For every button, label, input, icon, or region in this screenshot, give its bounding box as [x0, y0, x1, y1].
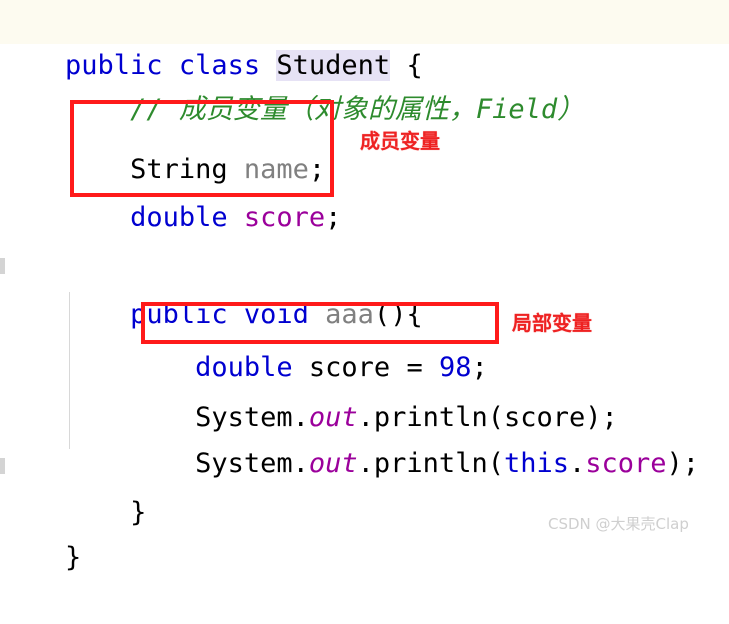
field-name-score: score: [243, 202, 326, 233]
semicolon: ;: [325, 202, 342, 233]
code-line-1[interactable]: public class Student {: [0, 0, 729, 81]
class-brace-close: }: [65, 542, 82, 573]
annotation-label-member-variable: 成员变量: [360, 129, 440, 153]
indent-guide-line: [69, 292, 70, 449]
code-editor-canvas: public class Student { // 成员变量（对象的属性，Fie…: [0, 0, 729, 573]
code-line-8[interactable]: System.out.println(this.score);: [0, 398, 729, 479]
csdn-watermark: CSDN @大果壳Clap: [548, 515, 689, 533]
code-line-7[interactable]: System.out.println(score);: [0, 352, 729, 433]
code-line-5[interactable]: public void aaa(){: [0, 249, 729, 330]
gutter-fold-marker-method-end[interactable]: [0, 458, 5, 474]
annotation-label-local-variable: 局部变量: [512, 311, 592, 335]
code-line-2[interactable]: // 成员变量（对象的属性，Field）: [0, 44, 729, 125]
code-line-4[interactable]: double score;: [0, 152, 729, 233]
code-line-9[interactable]: }: [0, 447, 729, 528]
keyword-double: double: [130, 202, 228, 233]
code-line-6[interactable]: double score = 98;: [0, 302, 729, 383]
gutter-fold-marker-method[interactable]: [0, 258, 5, 274]
